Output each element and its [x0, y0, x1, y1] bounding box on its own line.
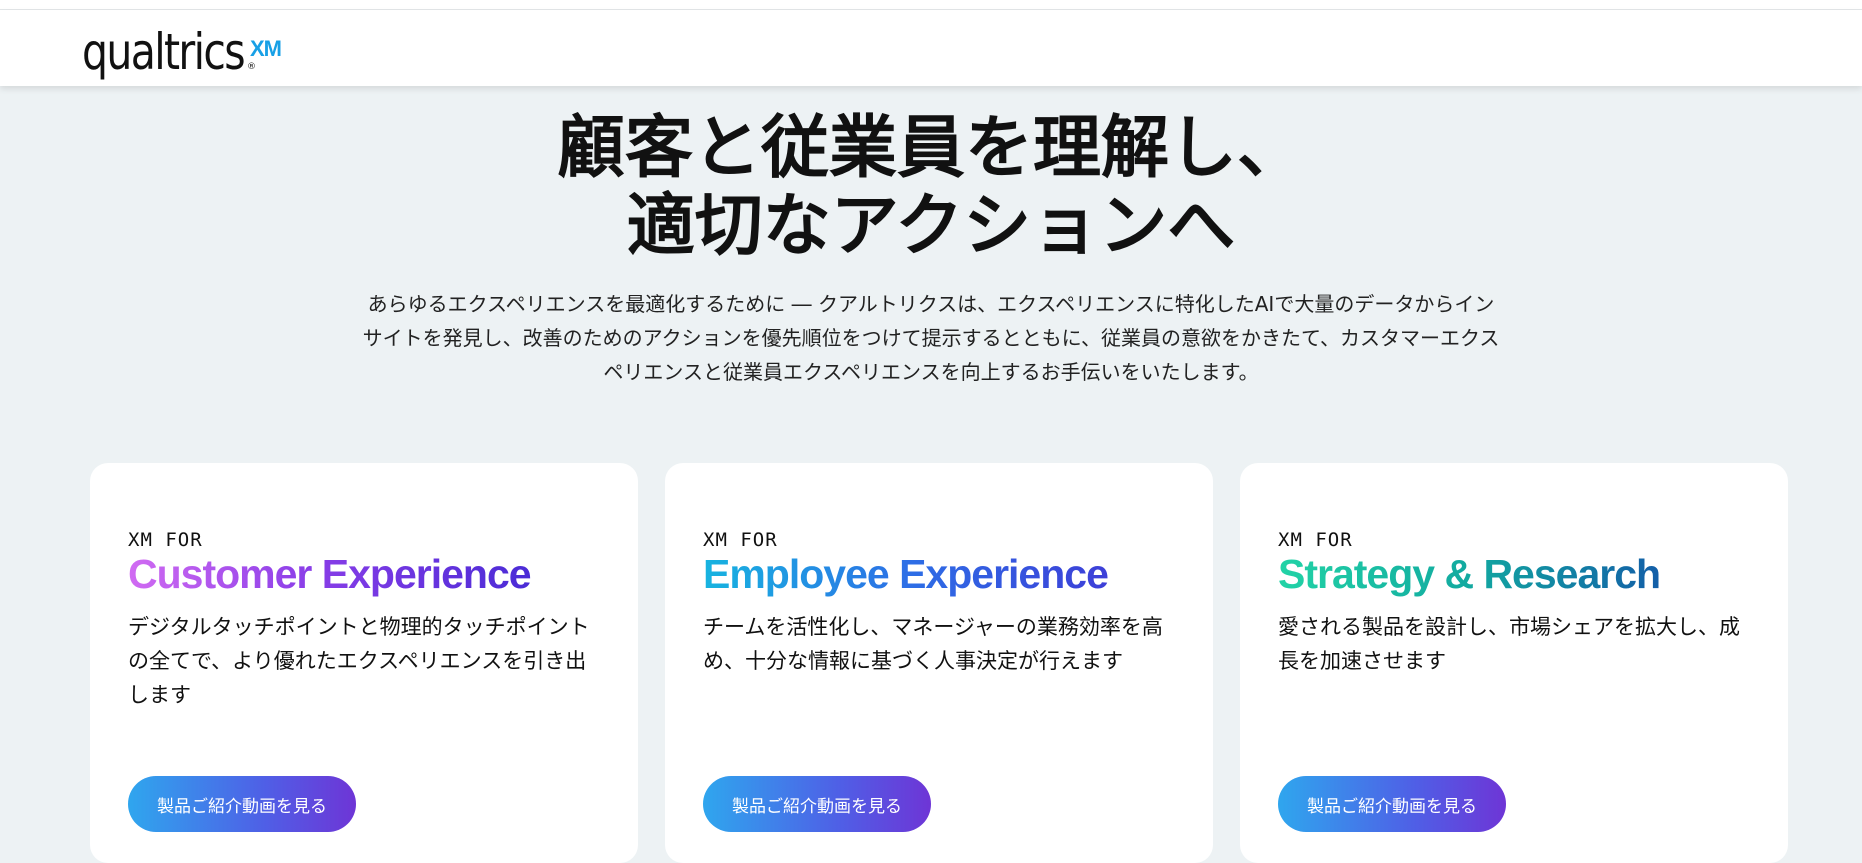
card-description: チームを活性化し、マネージャーの業務効率を高め、十分な情報に基づく人事決定が行え…	[703, 615, 1163, 673]
hero-title: 顧客と従業員を理解し、 適切なアクションへ	[0, 110, 1862, 266]
product-cards: XM FOR Customer Experience デジタルタッチポイントと物…	[90, 463, 1788, 863]
hero-title-line-2: 適切なアクションへ	[626, 187, 1236, 266]
card-customer-experience: XM FOR Customer Experience デジタルタッチポイントと物…	[90, 463, 638, 863]
card-employee-experience: XM FOR Employee Experience チームを活性化し、マネージ…	[665, 463, 1213, 863]
card-description: デジタルタッチポイントと物理的タッチポイントの全てで、より優れたエクスペリエンス…	[128, 615, 590, 707]
card-strategy-research: XM FOR Strategy & Research 愛される製品を設計し、市場…	[1240, 463, 1788, 863]
card-eyebrow: XM FOR	[703, 529, 778, 551]
card-description: 愛される製品を設計し、市場シェアを拡大し、成長を加速させます	[1278, 615, 1740, 673]
hero-description: あらゆるエクスペリエンスを最適化するために ― クアルトリクスは、エクスペリエン…	[362, 292, 1500, 384]
logo-registered-mark: ®	[247, 62, 256, 72]
watch-video-button[interactable]: 製品ご紹介動画を見る	[128, 776, 356, 832]
card-eyebrow: XM FOR	[128, 529, 203, 551]
watch-video-button[interactable]: 製品ご紹介動画を見る	[703, 776, 931, 832]
top-strip	[0, 0, 1862, 10]
card-eyebrow: XM FOR	[1278, 529, 1353, 551]
site-header: qualtrics ® XM	[0, 10, 1862, 86]
card-title: Customer Experience	[128, 551, 532, 597]
card-title: Strategy & Research	[1278, 551, 1661, 597]
logo-xm-mark: XM	[250, 36, 282, 61]
hero-title-line-1: 顧客と従業員を理解し、	[556, 109, 1305, 188]
logo-wordmark: qualtrics	[82, 23, 246, 81]
card-title: Employee Experience	[703, 551, 1109, 597]
qualtrics-logo[interactable]: qualtrics ® XM	[82, 20, 282, 84]
watch-video-button[interactable]: 製品ご紹介動画を見る	[1278, 776, 1506, 832]
